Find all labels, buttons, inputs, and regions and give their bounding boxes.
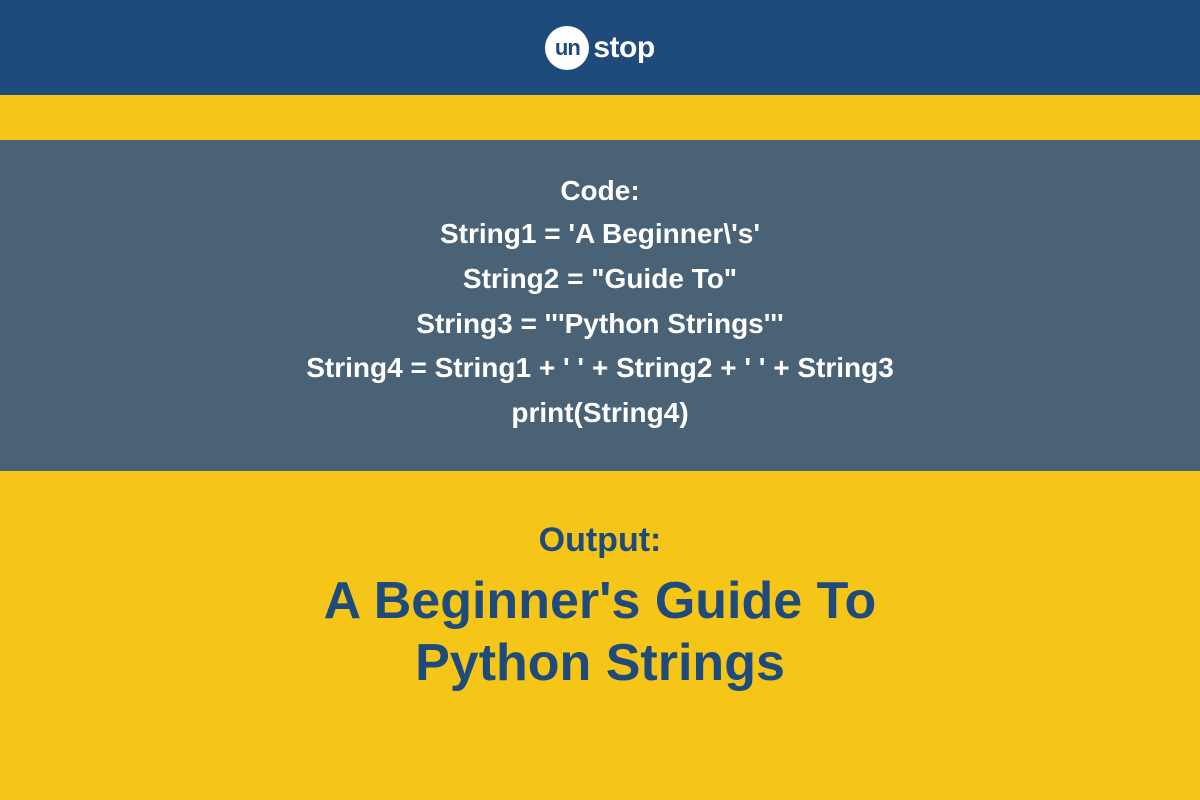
- output-section: Output: A Beginner's Guide To Python Str…: [0, 471, 1200, 735]
- code-line-2: String2 = "Guide To": [20, 257, 1180, 302]
- output-line-2: Python Strings: [20, 632, 1180, 694]
- code-line-4: String4 = String1 + ' ' + String2 + ' ' …: [20, 346, 1180, 391]
- header-bar: un stop: [0, 0, 1200, 95]
- code-line-5: print(String4): [20, 391, 1180, 436]
- code-heading: Code:: [20, 170, 1180, 212]
- brand-logo: un stop: [545, 26, 654, 70]
- code-section: Code: String1 = 'A Beginner\'s' String2 …: [0, 140, 1200, 471]
- logo-prefix: un: [555, 35, 580, 61]
- code-line-1: String1 = 'A Beginner\'s': [20, 212, 1180, 257]
- logo-circle-icon: un: [545, 26, 589, 70]
- output-heading: Output:: [20, 521, 1180, 560]
- output-line-1: A Beginner's Guide To: [20, 570, 1180, 632]
- divider-strip: [0, 95, 1200, 140]
- code-line-3: String3 = '''Python Strings''': [20, 302, 1180, 347]
- logo-suffix: stop: [593, 31, 654, 65]
